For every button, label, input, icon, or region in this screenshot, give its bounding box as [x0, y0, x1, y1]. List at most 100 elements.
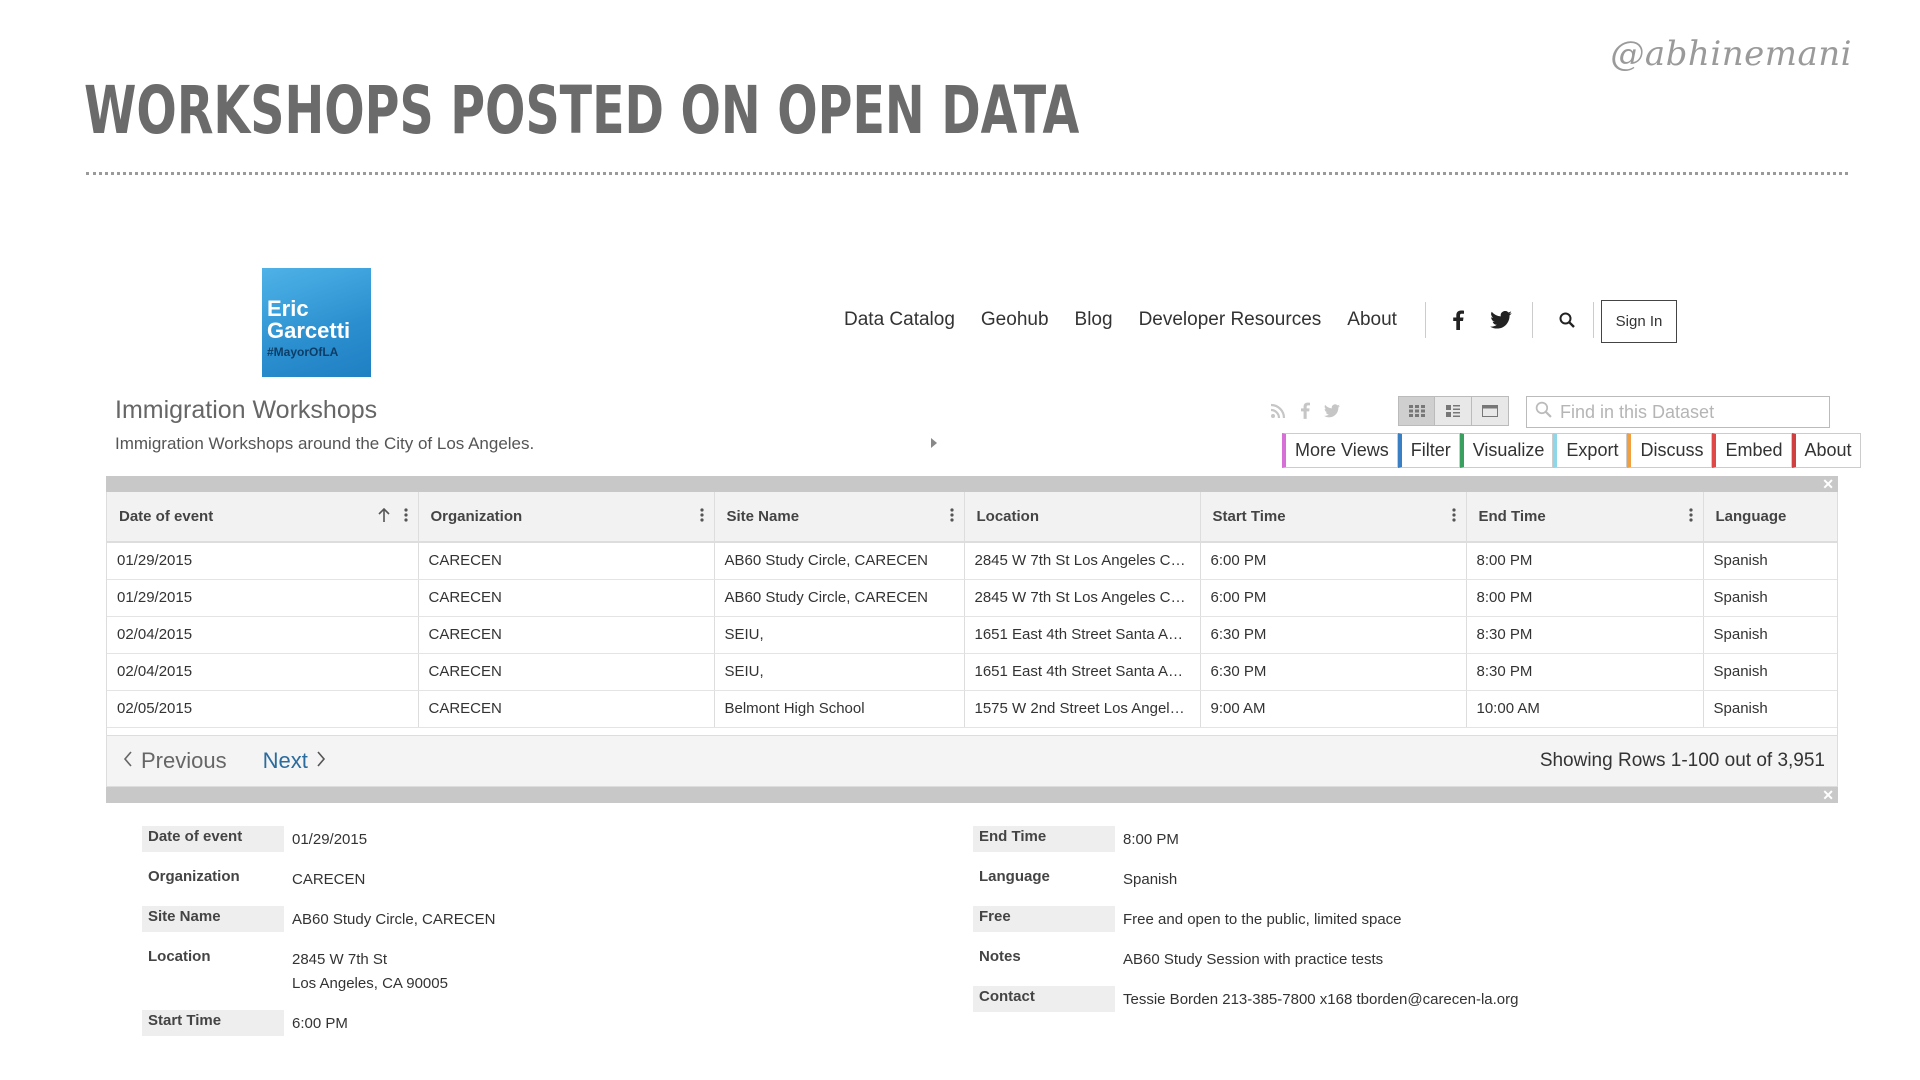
column-menu-icon[interactable]: [1688, 508, 1693, 526]
detail-label: Start Time: [142, 1010, 284, 1036]
next-label: Next: [262, 748, 308, 773]
column-menu-icon[interactable]: [699, 508, 704, 526]
sort-up-icon[interactable]: [377, 507, 390, 526]
expand-arrow-icon[interactable]: [931, 438, 937, 448]
list-view-icon[interactable]: [1435, 396, 1472, 426]
detail-value: Tessie Borden 213-385-7800 x168 tborden@…: [1123, 991, 1519, 1008]
detail-value: CARECEN: [292, 871, 366, 888]
detail-row: Date of event 01/29/2015: [142, 826, 495, 852]
search-icon[interactable]: [1559, 312, 1575, 328]
nav-developer-resources[interactable]: Developer Resources: [1139, 309, 1322, 331]
table-row[interactable]: 01/29/2015 CARECEN AB60 Study Circle, CA…: [107, 579, 1837, 617]
column-header-location[interactable]: Location: [964, 492, 1201, 543]
detail-row: Notes AB60 Study Session with practice t…: [973, 946, 1518, 972]
logo-hashtag: #MayorOfLA: [267, 345, 339, 359]
table-row[interactable]: 01/29/2015 CARECEN AB60 Study Circle, CA…: [107, 542, 1837, 580]
detail-row: Language Spanish: [973, 866, 1518, 892]
nav-divider: [1531, 302, 1533, 338]
detail-label: Contact: [973, 986, 1115, 1012]
column-header-date[interactable]: Date of event: [107, 492, 419, 543]
facebook-icon[interactable]: [1452, 310, 1464, 330]
detail-value: 6:00 PM: [292, 1015, 348, 1032]
column-menu-icon[interactable]: [403, 508, 408, 526]
grid-bottom-bar: ✕: [106, 787, 1838, 803]
cell-location: 1651 East 4th Street Santa Ana...: [964, 616, 1201, 654]
nav-data-catalog[interactable]: Data Catalog: [844, 309, 955, 331]
twitter-icon[interactable]: [1490, 311, 1512, 329]
column-header-language[interactable]: Language: [1703, 492, 1837, 543]
cell-location: 2845 W 7th St Los Angeles CA ...: [964, 579, 1201, 617]
detail-value: AB60 Study Session with practice tests: [1123, 951, 1384, 968]
next-page-button[interactable]: Next: [263, 748, 326, 774]
view-toggle: [1398, 396, 1509, 426]
column-header-site-name[interactable]: Site Name: [714, 492, 965, 543]
action-visualize[interactable]: Visualize: [1459, 433, 1554, 468]
nav-geohub[interactable]: Geohub: [981, 309, 1049, 331]
page-view-icon[interactable]: [1472, 396, 1509, 426]
action-embed[interactable]: Embed: [1712, 433, 1792, 468]
action-discuss[interactable]: Discuss: [1627, 433, 1713, 468]
detail-value: AB60 Study Circle, CARECEN: [292, 911, 496, 928]
cell-language: Spanish: [1703, 616, 1837, 654]
detail-value: 01/29/2015: [292, 831, 368, 848]
action-filter[interactable]: Filter: [1397, 433, 1460, 468]
share-icons: [1270, 402, 1340, 424]
cell-language: Spanish: [1703, 690, 1837, 728]
nav-divider: [1424, 302, 1426, 338]
table-row[interactable]: 02/04/2015 CARECEN SEIU, 1651 East 4th S…: [107, 653, 1837, 691]
action-more-views[interactable]: More Views: [1282, 433, 1398, 468]
chevron-left-icon: [123, 748, 133, 774]
action-about[interactable]: About: [1791, 433, 1861, 468]
cell-location: 2845 W 7th St Los Angeles CA ...: [964, 542, 1201, 580]
close-icon[interactable]: ✕: [1822, 476, 1834, 492]
cell-end-time: 10:00 AM: [1466, 690, 1704, 728]
column-header-label: Location: [976, 508, 1040, 525]
cell-organization: CARECEN: [418, 690, 715, 728]
table-view-icon[interactable]: [1398, 396, 1435, 426]
rows-count: Showing Rows 1-100 out of 3,951: [1539, 750, 1825, 771]
detail-label: End Time: [973, 826, 1115, 852]
sign-in-button[interactable]: Sign In: [1601, 300, 1677, 343]
previous-label: Previous: [141, 748, 227, 773]
action-export[interactable]: Export: [1553, 433, 1628, 468]
nav-blog[interactable]: Blog: [1075, 309, 1113, 331]
cell-end-time: 8:30 PM: [1466, 653, 1704, 691]
cell-organization: CARECEN: [418, 653, 715, 691]
cell-language: Spanish: [1703, 542, 1837, 580]
record-details-left: Date of event 01/29/2015 Organization CA…: [142, 826, 495, 1050]
previous-page-button[interactable]: Previous: [123, 748, 227, 774]
cell-end-time: 8:00 PM: [1466, 579, 1704, 617]
column-menu-icon[interactable]: [1451, 508, 1456, 526]
nav-about[interactable]: About: [1347, 309, 1397, 331]
detail-label: Organization: [148, 868, 240, 885]
column-header-organization[interactable]: Organization: [418, 492, 715, 543]
detail-label: Site Name: [142, 906, 284, 932]
cell-end-time: 8:30 PM: [1466, 616, 1704, 654]
cell-location: 1651 East 4th Street Santa Ana...: [964, 653, 1201, 691]
table-row[interactable]: 02/04/2015 CARECEN SEIU, 1651 East 4th S…: [107, 616, 1837, 654]
rss-icon[interactable]: [1270, 403, 1286, 424]
close-icon[interactable]: ✕: [1822, 787, 1834, 803]
detail-label: Language: [979, 868, 1050, 885]
dataset-description: Immigration Workshops around the City of…: [115, 434, 535, 453]
mayor-logo[interactable]: Eric Garcetti #MayorOfLA: [262, 268, 371, 377]
cell-organization: CARECEN: [418, 579, 715, 617]
cell-start-time: 6:30 PM: [1200, 653, 1467, 691]
column-menu-icon[interactable]: [949, 508, 954, 526]
dataset-search-input[interactable]: [1560, 401, 1820, 423]
nav-divider: [1592, 302, 1594, 338]
detail-label: Free: [973, 906, 1115, 932]
detail-value-multiline: 2845 W 7th St Los Angeles, CA 90005: [284, 946, 448, 996]
cell-start-time: 6:00 PM: [1200, 542, 1467, 580]
data-grid: Date of event Organization Site Name Loc…: [106, 492, 1838, 735]
table-row[interactable]: 02/05/2015 CARECEN Belmont High School 1…: [107, 690, 1837, 728]
detail-label: Location: [148, 948, 211, 965]
cell-site-name: AB60 Study Circle, CARECEN: [714, 579, 965, 617]
facebook-icon[interactable]: [1300, 402, 1310, 424]
column-header-label: Start Time: [1212, 508, 1286, 525]
detail-label: Date of event: [142, 826, 284, 852]
column-header-start-time[interactable]: Start Time: [1200, 492, 1467, 543]
cell-start-time: 9:00 AM: [1200, 690, 1467, 728]
twitter-icon[interactable]: [1324, 403, 1340, 423]
column-header-end-time[interactable]: End Time: [1466, 492, 1704, 543]
